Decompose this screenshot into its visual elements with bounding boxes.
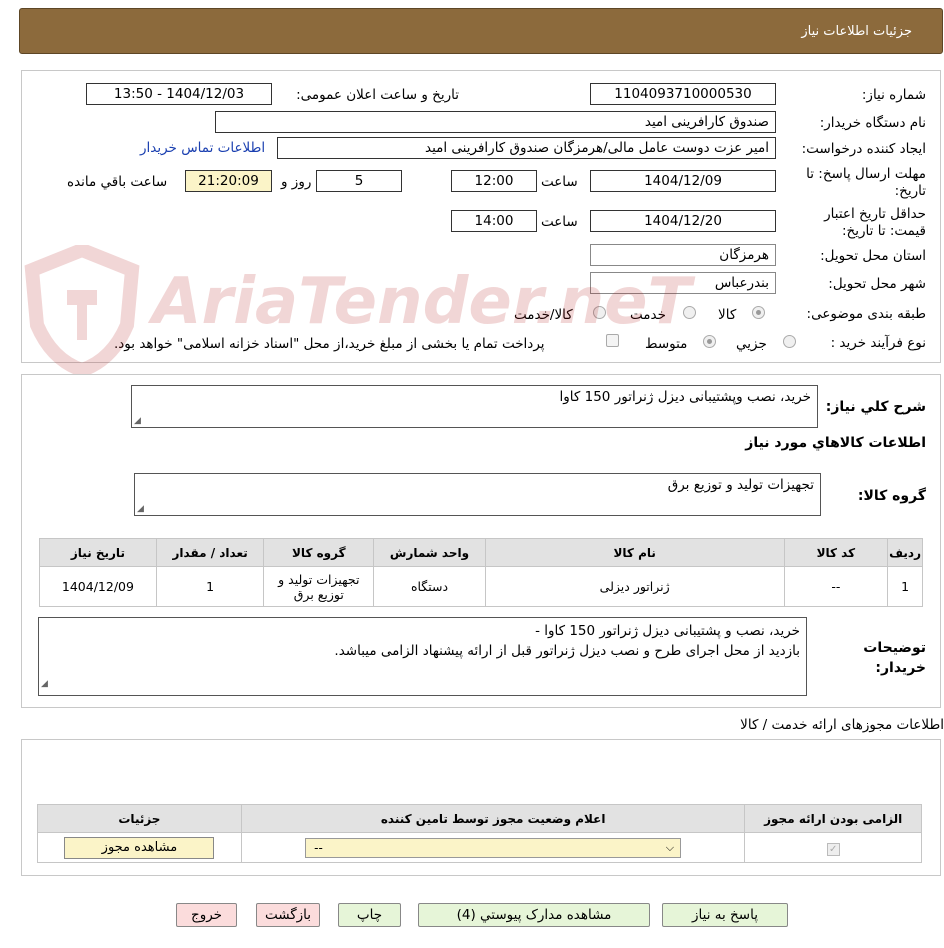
treasury-payment-note: پرداخت تمام یا بخشی از مبلغ خرید،از محل …: [114, 336, 545, 352]
process-label: نوع فرآیند خرید :: [830, 335, 926, 351]
buyer-notes-line2: بازدید از محل اجرای طرح و نصب دیزل ژنرات…: [334, 643, 800, 659]
cell-name: ژنراتور دیزلی: [484, 566, 785, 607]
buyer-contact-link[interactable]: اطلاعات تماس خریدار: [140, 140, 265, 156]
process-radio-medium[interactable]: [703, 335, 716, 348]
need-description-label: شرح کلي نياز:: [825, 399, 926, 415]
province-label: استان محل تحویل:: [820, 248, 926, 264]
permit-status-select[interactable]: -- ⌵: [305, 837, 682, 858]
deadline-date-field: 1404/12/09: [590, 170, 776, 192]
cell-date: 1404/12/09: [39, 566, 157, 607]
days-field: 5: [316, 170, 402, 192]
permit-required-checkbox: ✓: [826, 842, 840, 856]
view-permit-button[interactable]: مشاهده مجوز: [64, 836, 215, 859]
chevron-down-icon: ⌵: [665, 840, 675, 854]
permits-table-header: الزامی بودن ارائه مجوز اعلام وضعیت مجوز …: [37, 804, 922, 833]
validity-label: حداقل تاریخ اعتبار قیمت: تا تاریخ:: [824, 206, 926, 239]
exit-button[interactable]: خروج: [176, 903, 237, 927]
page-title: جزئیات اطلاعات نیاز: [801, 24, 912, 39]
category-label: طبقه بندی موضوعی:: [806, 306, 926, 322]
permit-status-cell: -- ⌵: [240, 832, 746, 863]
col-qty: تعداد / مقدار: [155, 538, 265, 567]
col-group: گروه کالا: [263, 538, 375, 567]
need-number-label: شماره نیاز:: [861, 87, 926, 103]
process-option-medium: متوسط: [645, 336, 688, 352]
permit-status-value: --: [314, 840, 323, 855]
buyer-notes-label: توضیحات خریدار:: [863, 640, 926, 676]
days-label: روز و: [281, 174, 312, 190]
cell-qty: 1: [155, 566, 265, 607]
buyer-org-label: نام دستگاه خریدار:: [819, 115, 926, 131]
goods-table: رديف کد کالا نام کالا واحد شمارش گروه کا…: [39, 538, 923, 607]
buyer-notes-line1: خرید، نصب و پشتیبانی دیزل ژنراتور 150 کا…: [535, 623, 800, 639]
validity-date-field: 1404/12/20: [590, 210, 776, 232]
requester-field: امیر عزت دوست عامل مالی/هرمزگان صندوق کا…: [277, 137, 776, 159]
remaining-time-field: 21:20:09: [185, 170, 272, 192]
back-button[interactable]: بازگشت: [256, 903, 320, 927]
category-option-goods: کالا: [718, 307, 737, 323]
col-unit: واحد شمارش: [373, 538, 486, 567]
category-radio-both[interactable]: [593, 306, 606, 319]
goods-table-header: رديف کد کالا نام کالا واحد شمارش گروه کا…: [39, 538, 923, 567]
cell-unit: دستگاه: [373, 566, 486, 607]
remaining-label: ساعت باقي مانده: [67, 174, 168, 190]
cell-code: --: [783, 566, 889, 607]
deadline-time-field: 12:00: [451, 170, 537, 192]
goods-info-title: اطلاعات کالاهاي مورد نياز: [745, 435, 926, 451]
col-name: نام کالا: [484, 538, 785, 567]
buyer-notes-field: خرید، نصب و پشتیبانی دیزل ژنراتور 150 کا…: [38, 617, 807, 696]
permits-table: الزامی بودن ارائه مجوز اعلام وضعیت مجوز …: [37, 804, 922, 863]
city-label: شهر محل تحویل:: [828, 276, 926, 292]
validity-time-field: 14:00: [451, 210, 537, 232]
announce-field: 1404/12/03 - 13:50: [86, 83, 272, 105]
permit-required-cell: ✓: [744, 832, 922, 863]
resize-grip-icon: ◢: [41, 679, 48, 689]
page-header: جزئیات اطلاعات نیاز: [19, 8, 943, 54]
category-radio-goods[interactable]: [752, 306, 765, 319]
goods-group-label: گروه کالا:: [857, 488, 926, 504]
process-radio-minor[interactable]: [783, 335, 796, 348]
col-row: رديف: [887, 538, 923, 567]
col-permit-status: اعلام وضعیت مجوز توسط تامین کننده: [240, 804, 746, 833]
category-option-service: خدمت: [630, 307, 666, 323]
city-field: بندرعباس: [590, 272, 776, 294]
reply-to-need-button[interactable]: پاسخ به نیاز: [662, 903, 788, 927]
table-row: 1 -- ژنراتور دیزلی دستگاه تجهیزات تولید …: [39, 566, 923, 607]
need-number-field: 1104093710000530: [590, 83, 776, 105]
buyer-org-field: صندوق کارافرینی امید: [215, 111, 776, 133]
permits-title: اطلاعات مجوزهای ارائه خدمت / کالا: [740, 717, 944, 733]
process-option-minor: جزیي: [736, 336, 767, 352]
col-permit-details: جزئیات: [37, 804, 242, 833]
need-description-text: خرید، نصب وپشتیبانی دیزل ژنراتور 150 کاو…: [559, 389, 811, 405]
province-field: هرمزگان: [590, 244, 776, 266]
treasury-payment-checkbox[interactable]: [606, 334, 619, 347]
cell-group: تجهیزات تولید و توزیع برق: [263, 566, 375, 607]
col-code: کد کالا: [783, 538, 889, 567]
permit-details-cell: مشاهده مجوز: [37, 832, 242, 863]
validity-time-label: ساعت: [541, 214, 578, 230]
col-date: تاریخ نیاز: [39, 538, 157, 567]
cell-row: 1: [887, 566, 923, 607]
need-description-field: خرید، نصب وپشتیبانی دیزل ژنراتور 150 کاو…: [131, 385, 818, 428]
category-option-both: کالا/خدمت: [514, 307, 573, 323]
goods-group-text: تجهیزات تولید و توزیع برق: [667, 477, 814, 493]
deadline-label: مهلت ارسال پاسخ: تا تاریخ:: [806, 166, 926, 199]
view-attachments-button[interactable]: مشاهده مدارک پیوستي (4): [418, 903, 650, 927]
requester-label: ایجاد کننده درخواست:: [801, 141, 926, 157]
resize-grip-icon: ◢: [134, 416, 141, 426]
resize-grip-icon: ◢: [137, 504, 144, 514]
col-permit-required: الزامی بودن ارائه مجوز: [744, 804, 922, 833]
category-radio-service[interactable]: [683, 306, 696, 319]
deadline-time-label: ساعت: [541, 174, 578, 190]
print-button[interactable]: چاپ: [338, 903, 401, 927]
table-row: ✓ -- ⌵ مشاهده مجوز: [37, 832, 922, 863]
announce-label: تاریخ و ساعت اعلان عمومی:: [296, 87, 459, 103]
goods-group-field: تجهیزات تولید و توزیع برق ◢: [134, 473, 821, 516]
